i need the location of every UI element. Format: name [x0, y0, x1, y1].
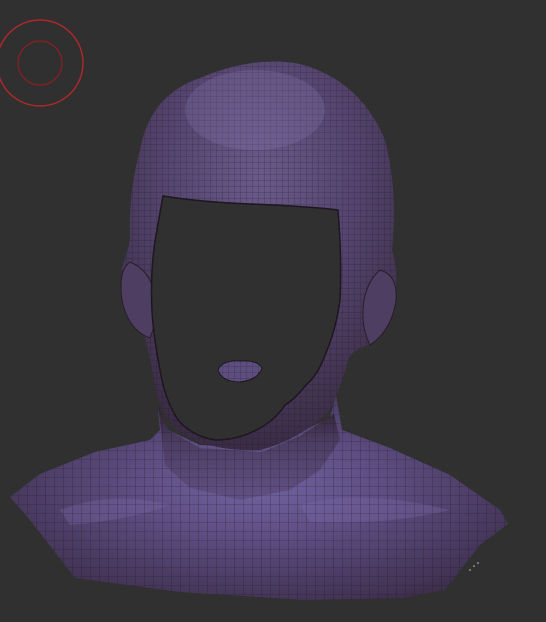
3d-viewport[interactable]	[0, 0, 546, 622]
crown-highlight	[185, 70, 325, 150]
vertex-dots	[469, 562, 479, 571]
head-bust-mesh[interactable]	[0, 0, 546, 622]
